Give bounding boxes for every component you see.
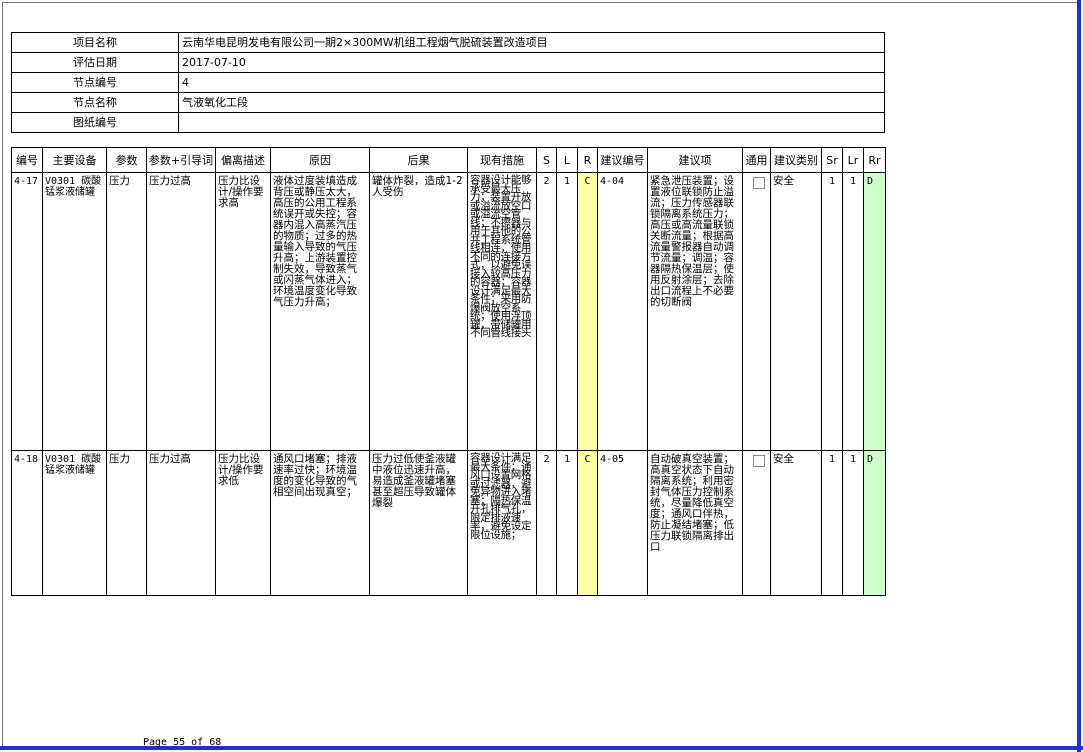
cell-param: 压力 xyxy=(106,450,147,596)
cell-cause: 液体过度装填造成背压或静压太大，高压的公用工程系统误开或失控；容器内混入高蒸汽压… xyxy=(270,172,370,451)
cell-param-guide: 压力过高 xyxy=(146,450,216,596)
cell-deviation: 压力比设计/操作要求低 xyxy=(215,450,271,596)
cell-deviation: 压力比设计/操作要求高 xyxy=(215,172,271,451)
cell-measures: 容器设计满足最大条件；通风口设置网格或过滤器，避免异物进入堵塞；隔热保温开孔排气… xyxy=(467,450,537,596)
header-row: 编号 主要设备 参数 参数+引导词 偏离描述 原因 后果 现有措施 S L R … xyxy=(11,147,886,173)
cell-recommendation: 自动破真空装置；高真空状态下自动隔离系统；利用密封气体压力控制系统，尽量降低真空… xyxy=(647,450,743,596)
cell-r: C xyxy=(577,172,598,451)
cell-common xyxy=(742,172,771,451)
col-header: 偏离描述 xyxy=(215,147,271,173)
common-checkbox[interactable] xyxy=(753,455,765,467)
col-header: 编号 xyxy=(11,147,43,173)
cell-consequence: 压力过低使釜液罐中液位迅速升高，易造成釜液罐堵塞甚至超压导致罐体爆裂 xyxy=(369,450,468,596)
col-header: 现有措施 xyxy=(467,147,537,173)
col-header: Rr xyxy=(863,147,886,173)
cell-lr: 1 xyxy=(842,172,864,451)
col-header: L xyxy=(556,147,578,173)
cell-sr: 1 xyxy=(821,172,843,451)
cell-s: 2 xyxy=(536,172,557,451)
info-row: 项目名称 云南华电昆明发电有限公司一期2×300MW机组工程烟气脱硫装置改造项目 xyxy=(11,32,885,53)
cell-category: 安全 xyxy=(770,172,822,451)
col-header: 主要设备 xyxy=(42,147,107,173)
cell-l: 1 xyxy=(556,172,578,451)
col-header: 后果 xyxy=(369,147,468,173)
cell-rec-id: 4-04 xyxy=(597,172,648,451)
project-info-table: 项目名称 云南华电昆明发电有限公司一期2×300MW机组工程烟气脱硫装置改造项目… xyxy=(11,32,885,133)
info-label: 项目名称 xyxy=(11,32,179,53)
table-row: 4-18 V0301 碳酸锰浆液储罐 压力 压力过高 压力比设计/操作要求低 通… xyxy=(11,450,886,596)
info-value: 2017-07-10 xyxy=(178,52,885,73)
info-value xyxy=(178,112,885,133)
cell-l: 1 xyxy=(556,450,578,596)
info-row: 评估日期 2017-07-10 xyxy=(11,52,885,73)
info-value: 云南华电昆明发电有限公司一期2×300MW机组工程烟气脱硫装置改造项目 xyxy=(178,32,885,53)
col-header: 通用 xyxy=(742,147,771,173)
cell-cause: 通风口堵塞；排液速率过快；环境温度的变化导致的气相空间出现真空； xyxy=(270,450,370,596)
info-value: 4 xyxy=(178,72,885,93)
page-number: Page 55 of 68 xyxy=(143,737,222,748)
col-header: 建议编号 xyxy=(597,147,648,173)
cell-id: 4-17 xyxy=(11,172,43,451)
cell-r: C xyxy=(577,450,598,596)
cell-id: 4-18 xyxy=(11,450,43,596)
col-header: R xyxy=(577,147,598,173)
cell-equipment: V0301 碳酸锰浆液储罐 xyxy=(42,172,107,451)
common-checkbox[interactable] xyxy=(753,177,765,189)
info-label: 节点名称 xyxy=(11,92,179,113)
cell-measures: 容器设计能够承受最大压力；装置开放或溢流放空口或溢流空管线；不擦器与用于其他的公… xyxy=(467,172,537,451)
info-value: 气液氧化工段 xyxy=(178,92,885,113)
window-edge-right xyxy=(1077,0,1081,752)
col-header: 参数+引导词 xyxy=(146,147,216,173)
cell-s: 2 xyxy=(536,450,557,596)
hazop-table: 编号 主要设备 参数 参数+引导词 偏离描述 原因 后果 现有措施 S L R … xyxy=(11,147,886,596)
table-row: 4-17 V0301 碳酸锰浆液储罐 压力 压力过高 压力比设计/操作要求高 液… xyxy=(11,172,886,451)
col-header: 建议项 xyxy=(647,147,743,173)
col-header: Lr xyxy=(842,147,864,173)
cell-common xyxy=(742,450,771,596)
col-header: 原因 xyxy=(270,147,370,173)
cell-rec-id: 4-05 xyxy=(597,450,648,596)
cell-equipment: V0301 碳酸锰浆液储罐 xyxy=(42,450,107,596)
cell-param-guide: 压力过高 xyxy=(146,172,216,451)
cell-consequence: 罐体炸裂，造成1-2人受伤 xyxy=(369,172,468,451)
cell-rr: D xyxy=(863,450,886,596)
info-row: 图纸编号 xyxy=(11,112,885,133)
cell-category: 安全 xyxy=(770,450,822,596)
col-header: Sr xyxy=(821,147,843,173)
info-label: 评估日期 xyxy=(11,52,179,73)
cell-rr: D xyxy=(863,172,886,451)
cell-lr: 1 xyxy=(842,450,864,596)
info-row: 节点名称 气液氧化工段 xyxy=(11,92,885,113)
cell-param: 压力 xyxy=(106,172,147,451)
col-header: 参数 xyxy=(106,147,147,173)
info-row: 节点编号 4 xyxy=(11,72,885,93)
info-label: 图纸编号 xyxy=(11,112,179,133)
cell-recommendation: 紧急泄压装置；设置液位联锁防止溢流；压力传感器联锁隔离系统压力；高压或高流量联锁… xyxy=(647,172,743,451)
cell-sr: 1 xyxy=(821,450,843,596)
col-header: S xyxy=(536,147,557,173)
col-header: 建议类别 xyxy=(770,147,822,173)
info-label: 节点编号 xyxy=(11,72,179,93)
